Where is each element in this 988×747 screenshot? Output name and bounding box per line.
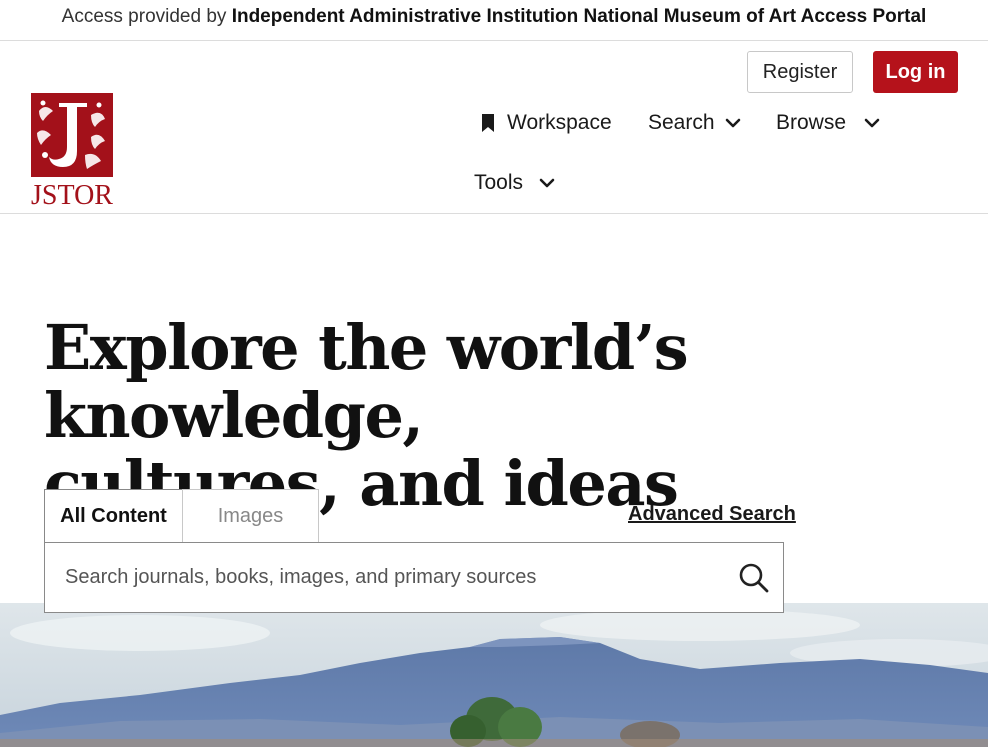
nav-search-label: Search <box>648 111 715 134</box>
nav-browse-menu[interactable]: Browse <box>776 111 880 135</box>
chevron-down-icon <box>725 118 741 128</box>
bookmark-icon <box>481 114 495 132</box>
nav-tools-menu[interactable]: Tools <box>474 171 555 195</box>
hero-title: Explore the world’s knowledge, cultures,… <box>44 314 964 518</box>
search-input[interactable] <box>45 543 725 612</box>
search-box <box>44 542 784 613</box>
jstor-logo-mark: JSTOR <box>31 93 113 211</box>
nav-tools-label: Tools <box>474 171 524 194</box>
register-button[interactable]: Register <box>747 51 853 93</box>
jstor-logo[interactable]: JSTOR <box>29 93 115 211</box>
access-provided-bar: Access provided by Independent Administr… <box>0 0 988 41</box>
access-prefix: Access provided by <box>61 6 227 27</box>
nav-workspace-label: Workspace <box>507 111 612 134</box>
logo-wordmark: JSTOR <box>31 180 113 207</box>
nav-search-menu[interactable]: Search <box>648 111 741 135</box>
advanced-search-link[interactable]: Advanced Search <box>628 503 796 526</box>
hero-painting-image <box>0 603 988 747</box>
chevron-down-icon <box>539 178 555 188</box>
tab-all-content[interactable]: All Content <box>44 489 183 543</box>
nav-workspace[interactable]: Workspace <box>481 111 612 135</box>
search-submit-button[interactable] <box>737 561 771 595</box>
login-button[interactable]: Log in <box>873 51 958 93</box>
nav-browse-label: Browse <box>776 111 847 134</box>
search-icon <box>739 563 769 593</box>
institution-name: Independent Administrative Institution N… <box>231 6 927 27</box>
hero-title-line-1: Explore the world’s knowledge, <box>44 311 689 452</box>
tab-images[interactable]: Images <box>182 489 319 543</box>
site-header: JSTOR Register Log in Workspace Search B… <box>0 41 988 214</box>
chevron-down-icon <box>864 118 880 128</box>
